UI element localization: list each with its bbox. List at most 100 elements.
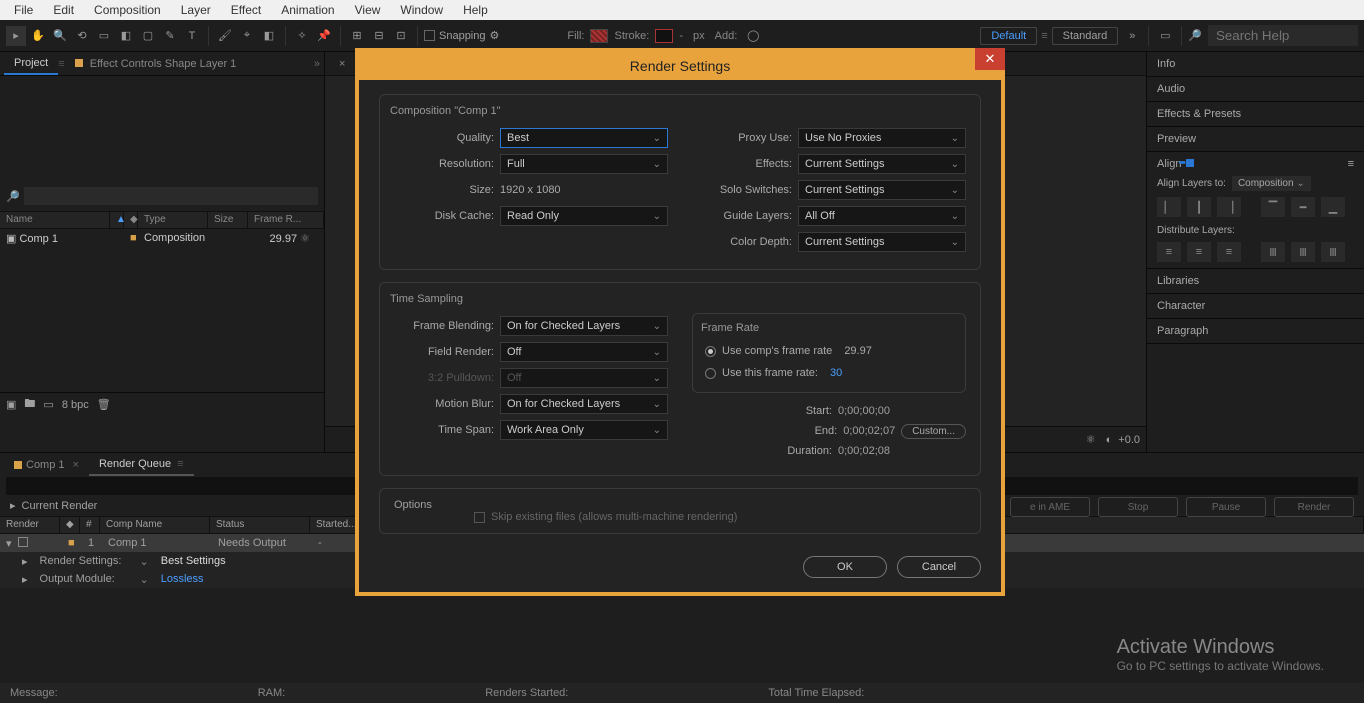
panel-audio[interactable]: Audio [1147,77,1364,102]
menu-composition[interactable]: Composition [84,1,171,19]
workspace-default[interactable]: Default [980,27,1037,45]
frame-blending-select[interactable]: On for Checked Layers⌄ [500,316,668,336]
menu-effect[interactable]: Effect [221,1,271,19]
pause-button[interactable]: Pause [1186,497,1266,517]
bpc-toggle[interactable]: 8 bpc [62,399,89,411]
menu-help[interactable]: Help [453,1,498,19]
align-top-icon[interactable]: ▔ [1261,197,1285,217]
align-right-icon[interactable]: ▕ [1217,197,1241,217]
eraser-tool-icon[interactable]: ◧ [259,26,279,46]
dist-right-icon[interactable]: Ⅲ [1321,242,1345,262]
panel-character[interactable]: Character [1147,294,1364,319]
menu-layer[interactable]: Layer [171,1,221,19]
snapshot-icon[interactable]: ⚛ [1086,433,1096,446]
use-comp-rate-radio[interactable]: Use comp's frame rate 29.97 [705,340,953,362]
effects-select[interactable]: Current Settings⌄ [798,154,966,174]
quality-label: Quality: [394,132,494,144]
panel-libraries[interactable]: Libraries [1147,269,1364,294]
snapping-options-icon[interactable]: ⚙ [490,29,500,42]
hand-tool-icon[interactable]: ✋ [28,26,48,46]
use-this-rate-radio[interactable]: Use this frame rate: 30 [705,362,953,384]
panel-info[interactable]: Info [1147,52,1364,77]
panel-menu-icon[interactable]: ▭ [1155,26,1175,46]
stroke-swatch[interactable] [655,29,673,43]
menu-animation[interactable]: Animation [271,1,344,19]
align-bottom-icon[interactable]: ▁ [1321,197,1345,217]
pen-tool-icon[interactable]: ✎ [160,26,180,46]
frame-rate-input[interactable]: 30 [830,367,842,379]
quality-select[interactable]: Best⌄ [500,128,668,148]
field-render-select[interactable]: Off⌄ [500,342,668,362]
menu-window[interactable]: Window [390,1,453,19]
render-button[interactable]: Render [1274,497,1354,517]
puppet-tool-icon[interactable]: 📌 [314,26,334,46]
stroke-width[interactable]: - [679,30,683,42]
custom-button[interactable]: Custom... [901,424,966,439]
menu-view[interactable]: View [345,1,391,19]
rect-tool-icon[interactable]: ▢ [138,26,158,46]
tab-project[interactable]: Project [4,53,58,75]
selection-tool-icon[interactable]: ▸ [6,26,26,46]
zoom-tool-icon[interactable]: 🔍 [50,26,70,46]
project-filter-input[interactable] [24,187,318,205]
dist-left-icon[interactable]: Ⅲ [1261,242,1285,262]
align-to-select[interactable]: Composition ⌄ [1232,176,1311,191]
new-comp-icon[interactable]: ▭ [43,398,53,411]
workspace-more-icon[interactable]: » [1122,26,1142,46]
view-axis-icon[interactable]: ⊡ [391,26,411,46]
roto-tool-icon[interactable]: ✧ [292,26,312,46]
motion-blur-select[interactable]: On for Checked Layers⌄ [500,394,668,414]
cancel-button[interactable]: Cancel [897,556,981,578]
solo-switches-select[interactable]: Current Settings⌄ [798,180,966,200]
ok-button[interactable]: OK [803,556,887,578]
snapping-toggle[interactable]: Snapping ⚙ [424,29,499,42]
panel-menu-icon[interactable]: ≡ [1348,158,1354,170]
menu-edit[interactable]: Edit [43,1,84,19]
close-button[interactable]: ✕ [975,48,1005,70]
resolution-select[interactable]: Full⌄ [500,154,668,174]
time-span-select[interactable]: Work Area Only⌄ [500,420,668,440]
clone-tool-icon[interactable]: ⌖ [237,26,257,46]
world-axis-icon[interactable]: ⊟ [369,26,389,46]
disclosure-icon[interactable]: ▸ [10,499,16,512]
color-depth-select[interactable]: Current Settings⌄ [798,232,966,252]
panel-overflow-icon[interactable]: » [314,58,320,70]
guide-layers-select[interactable]: All Off⌄ [798,206,966,226]
brush-tool-icon[interactable]: 🖌 [215,26,235,46]
camera-tool-icon[interactable]: ▭ [94,26,114,46]
tab-render-queue[interactable]: Render Queue ≡ [89,454,194,476]
dist-hcenter-icon[interactable]: Ⅲ [1291,242,1315,262]
disk-cache-select[interactable]: Read Only⌄ [500,206,668,226]
skip-existing-checkbox[interactable]: Skip existing files (allows multi-machin… [474,511,966,523]
local-axis-icon[interactable]: ⊞ [347,26,367,46]
type-tool-icon[interactable]: T [182,26,202,46]
interpret-icon[interactable]: ▣ [6,398,16,411]
exposure-value[interactable]: +0.0 [1118,434,1140,446]
align-left-icon[interactable]: ▏ [1157,197,1181,217]
dist-bottom-icon[interactable]: ≡ [1217,242,1241,262]
proxy-use-select[interactable]: Use No Proxies⌄ [798,128,966,148]
stop-button[interactable]: Stop [1098,497,1178,517]
dist-top-icon[interactable]: ≡ [1157,242,1181,262]
add-menu-icon[interactable]: ◯ [743,26,763,46]
viewer-tab-close[interactable]: × [329,54,355,74]
project-item-comp1[interactable]: ▣ Comp 1 ■ Composition 29.97 ⚛ [0,229,324,247]
tab-effect-controls[interactable]: Effect Controls Shape Layer 1 [65,54,247,74]
pan-behind-tool-icon[interactable]: ◧ [116,26,136,46]
align-hcenter-icon[interactable]: ┃ [1187,197,1211,217]
dist-vcenter-icon[interactable]: ≡ [1187,242,1211,262]
search-input[interactable] [1208,25,1358,46]
tab-comp1-timeline[interactable]: Comp 1 × [4,455,89,475]
trash-icon[interactable]: 🗑 [97,398,111,411]
align-vcenter-icon[interactable]: ━ [1291,197,1315,217]
exposure-icon[interactable]: ◐ [1106,434,1113,446]
panel-paragraph[interactable]: Paragraph [1147,319,1364,344]
orbit-tool-icon[interactable]: ⟲ [72,26,92,46]
panel-preview[interactable]: Preview [1147,127,1364,152]
workspace-standard[interactable]: Standard [1052,27,1119,45]
queue-in-ame-button[interactable]: e in AME [1010,497,1090,517]
folder-icon[interactable]: 🖿 [24,395,35,414]
panel-effects-presets[interactable]: Effects & Presets [1147,102,1364,127]
menu-file[interactable]: File [4,1,43,19]
fill-swatch[interactable] [590,29,608,43]
